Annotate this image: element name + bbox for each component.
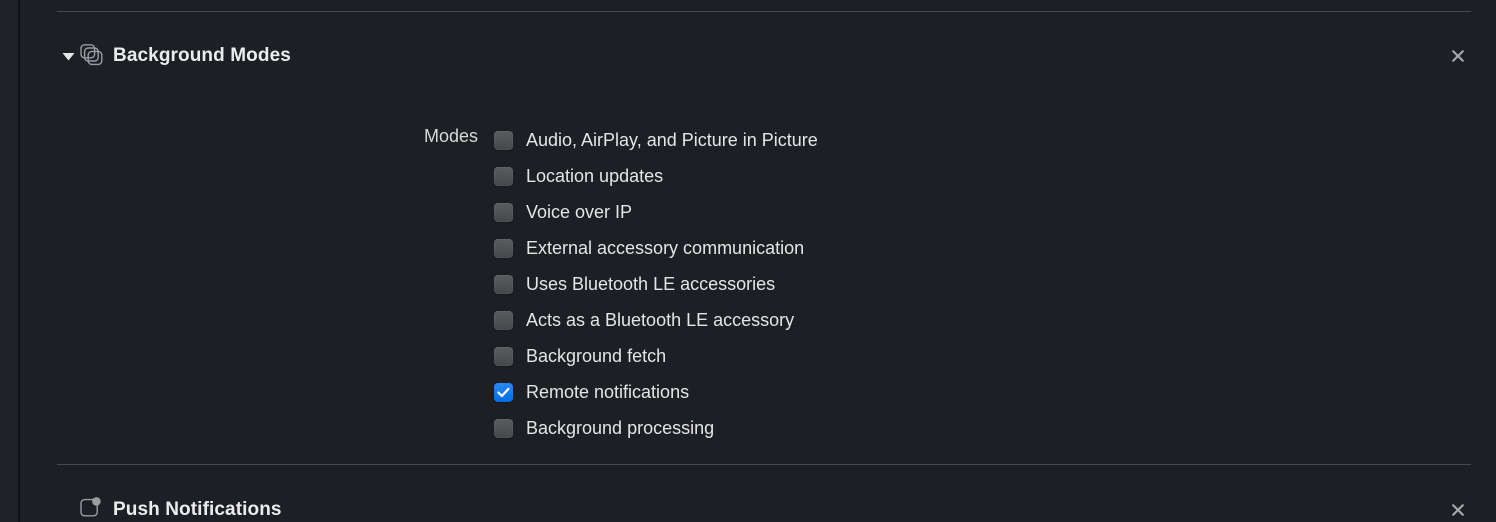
- mode-label: Uses Bluetooth LE accessories: [526, 273, 776, 294]
- section-divider-bottom: [57, 464, 1471, 465]
- badge-app-icon: [79, 497, 113, 522]
- stacked-squares-icon: [79, 43, 113, 69]
- modes-checkbox-list: Audio, AirPlay, and Picture in Picture L…: [494, 122, 818, 446]
- checkbox-uses-bluetooth-le-accessories[interactable]: [494, 274, 513, 294]
- checkbox-external-accessory-communication[interactable]: [494, 238, 513, 258]
- mode-label: Background processing: [526, 417, 715, 438]
- editor-gutter: [0, 0, 18, 522]
- capability-title: Push Notifications: [113, 499, 282, 520]
- gutter-divider: [18, 0, 20, 522]
- mode-label: Audio, AirPlay, and Picture in Picture: [526, 129, 818, 150]
- mode-row[interactable]: Background fetch: [494, 338, 818, 374]
- mode-row[interactable]: Uses Bluetooth LE accessories: [494, 266, 818, 302]
- mode-row[interactable]: Background processing: [494, 410, 818, 446]
- mode-row[interactable]: Location updates: [494, 158, 818, 194]
- remove-capability-button-background-modes[interactable]: [1445, 43, 1471, 69]
- mode-label: Acts as a Bluetooth LE accessory: [526, 309, 795, 330]
- mode-label: Location updates: [526, 165, 664, 186]
- mode-row[interactable]: Voice over IP: [494, 194, 818, 230]
- capability-header-push-notifications[interactable]: Push Notifications: [57, 490, 282, 522]
- capability-title: Background Modes: [113, 45, 291, 66]
- chevron-down-icon[interactable]: [57, 52, 79, 61]
- section-divider-top: [57, 11, 1471, 12]
- mode-label: Voice over IP: [526, 201, 633, 222]
- mode-row[interactable]: Remote notifications: [494, 374, 818, 410]
- checkbox-remote-notifications[interactable]: [494, 382, 513, 402]
- remove-capability-button-push-notifications[interactable]: [1445, 497, 1471, 522]
- mode-label: Remote notifications: [526, 381, 690, 402]
- checkbox-background-fetch[interactable]: [494, 346, 513, 366]
- checkbox-audio-airplay-picture-in-picture[interactable]: [494, 130, 513, 150]
- checkmark-icon: [497, 387, 510, 397]
- checkbox-background-processing[interactable]: [494, 418, 513, 438]
- capabilities-editor-pane: Background Modes Modes Audio, AirPlay, a…: [0, 0, 1496, 522]
- mode-row[interactable]: Acts as a Bluetooth LE accessory: [494, 302, 818, 338]
- checkbox-acts-as-a-bluetooth-le-accessory[interactable]: [494, 310, 513, 330]
- capability-header-background-modes[interactable]: Background Modes: [57, 36, 291, 76]
- mode-label: Background fetch: [526, 345, 667, 366]
- mode-row[interactable]: Audio, AirPlay, and Picture in Picture: [494, 122, 818, 158]
- checkbox-voice-over-ip[interactable]: [494, 202, 513, 222]
- mode-row[interactable]: External accessory communication: [494, 230, 818, 266]
- mode-label: External accessory communication: [526, 237, 805, 258]
- checkbox-location-updates[interactable]: [494, 166, 513, 186]
- modes-field-label: Modes: [423, 126, 478, 146]
